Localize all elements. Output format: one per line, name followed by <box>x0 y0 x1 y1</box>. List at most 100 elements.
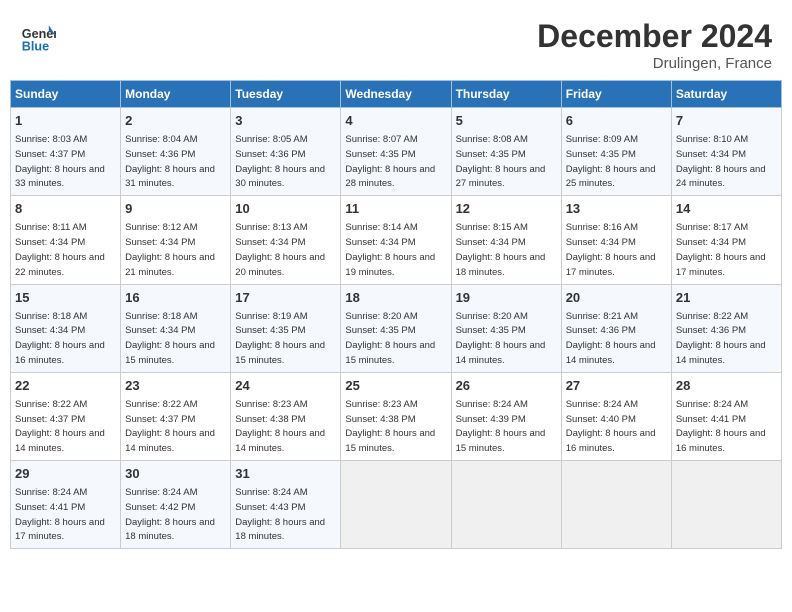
calendar-day-cell: 12 Sunrise: 8:15 AMSunset: 4:34 PMDayligh… <box>451 196 561 284</box>
day-number: 20 <box>566 289 667 307</box>
day-info: Sunrise: 8:12 AMSunset: 4:34 PMDaylight:… <box>125 222 215 277</box>
day-number: 10 <box>235 200 336 218</box>
day-info: Sunrise: 8:24 AMSunset: 4:42 PMDaylight:… <box>125 487 215 542</box>
day-info: Sunrise: 8:22 AMSunset: 4:37 PMDaylight:… <box>125 399 215 454</box>
day-number: 13 <box>566 200 667 218</box>
day-info: Sunrise: 8:16 AMSunset: 4:34 PMDaylight:… <box>566 222 656 277</box>
calendar-day-cell: 18 Sunrise: 8:20 AMSunset: 4:35 PMDayligh… <box>341 284 451 372</box>
day-info: Sunrise: 8:03 AMSunset: 4:37 PMDaylight:… <box>15 134 105 189</box>
calendar-day-cell: 31 Sunrise: 8:24 AMSunset: 4:43 PMDayligh… <box>231 461 341 549</box>
day-info: Sunrise: 8:24 AMSunset: 4:41 PMDaylight:… <box>676 399 766 454</box>
calendar-day-cell: 9 Sunrise: 8:12 AMSunset: 4:34 PMDaylight… <box>121 196 231 284</box>
calendar-day-cell <box>671 461 781 549</box>
day-info: Sunrise: 8:24 AMSunset: 4:43 PMDaylight:… <box>235 487 325 542</box>
day-info: Sunrise: 8:11 AMSunset: 4:34 PMDaylight:… <box>15 222 105 277</box>
weekday-header-cell: Saturday <box>671 81 781 108</box>
day-info: Sunrise: 8:24 AMSunset: 4:40 PMDaylight:… <box>566 399 656 454</box>
day-number: 15 <box>15 289 116 307</box>
calendar-body: 1 Sunrise: 8:03 AMSunset: 4:37 PMDaylight… <box>11 108 782 549</box>
weekday-header-cell: Wednesday <box>341 81 451 108</box>
calendar-week-row: 15 Sunrise: 8:18 AMSunset: 4:34 PMDayligh… <box>11 284 782 372</box>
calendar-day-cell <box>451 461 561 549</box>
day-number: 16 <box>125 289 226 307</box>
day-number: 5 <box>456 112 557 130</box>
calendar-week-row: 22 Sunrise: 8:22 AMSunset: 4:37 PMDayligh… <box>11 372 782 460</box>
location-title: Drulingen, France <box>537 55 772 72</box>
weekday-header-cell: Thursday <box>451 81 561 108</box>
svg-text:Blue: Blue <box>22 39 49 53</box>
title-area: December 2024 Drulingen, France <box>537 18 772 72</box>
calendar-day-cell: 15 Sunrise: 8:18 AMSunset: 4:34 PMDayligh… <box>11 284 121 372</box>
weekday-header: SundayMondayTuesdayWednesdayThursdayFrid… <box>11 81 782 108</box>
day-number: 31 <box>235 465 336 483</box>
day-info: Sunrise: 8:23 AMSunset: 4:38 PMDaylight:… <box>345 399 435 454</box>
day-info: Sunrise: 8:04 AMSunset: 4:36 PMDaylight:… <box>125 134 215 189</box>
day-info: Sunrise: 8:20 AMSunset: 4:35 PMDaylight:… <box>345 311 435 366</box>
calendar-day-cell: 21 Sunrise: 8:22 AMSunset: 4:36 PMDayligh… <box>671 284 781 372</box>
day-info: Sunrise: 8:24 AMSunset: 4:41 PMDaylight:… <box>15 487 105 542</box>
day-info: Sunrise: 8:13 AMSunset: 4:34 PMDaylight:… <box>235 222 325 277</box>
calendar-day-cell: 17Sunrise: 8:19 AMSunset: 4:35 PMDayligh… <box>231 284 341 372</box>
day-info: Sunrise: 8:22 AMSunset: 4:36 PMDaylight:… <box>676 311 766 366</box>
day-number: 9 <box>125 200 226 218</box>
day-number: 6 <box>566 112 667 130</box>
day-info: Sunrise: 8:14 AMSunset: 4:34 PMDaylight:… <box>345 222 435 277</box>
calendar-day-cell: 23Sunrise: 8:22 AMSunset: 4:37 PMDayligh… <box>121 372 231 460</box>
calendar-day-cell: 5 Sunrise: 8:08 AMSunset: 4:35 PMDaylight… <box>451 108 561 196</box>
calendar-day-cell: 22Sunrise: 8:22 AMSunset: 4:37 PMDayligh… <box>11 372 121 460</box>
calendar-week-row: 8 Sunrise: 8:11 AMSunset: 4:34 PMDaylight… <box>11 196 782 284</box>
header: General Blue December 2024 Drulingen, Fr… <box>10 10 782 76</box>
day-info: Sunrise: 8:18 AMSunset: 4:34 PMDaylight:… <box>125 311 215 366</box>
calendar-day-cell <box>561 461 671 549</box>
calendar-week-row: 1 Sunrise: 8:03 AMSunset: 4:37 PMDaylight… <box>11 108 782 196</box>
day-info: Sunrise: 8:21 AMSunset: 4:36 PMDaylight:… <box>566 311 656 366</box>
day-number: 8 <box>15 200 116 218</box>
day-number: 25 <box>345 377 446 395</box>
day-number: 18 <box>345 289 446 307</box>
day-info: Sunrise: 8:08 AMSunset: 4:35 PMDaylight:… <box>456 134 546 189</box>
day-number: 27 <box>566 377 667 395</box>
calendar-day-cell: 30Sunrise: 8:24 AMSunset: 4:42 PMDayligh… <box>121 461 231 549</box>
calendar-day-cell: 2Sunrise: 8:04 AMSunset: 4:36 PMDaylight… <box>121 108 231 196</box>
calendar-day-cell: 16 Sunrise: 8:18 AMSunset: 4:34 PMDayligh… <box>121 284 231 372</box>
calendar-day-cell: 19Sunrise: 8:20 AMSunset: 4:35 PMDayligh… <box>451 284 561 372</box>
day-number: 28 <box>676 377 777 395</box>
calendar-day-cell: 4Sunrise: 8:07 AMSunset: 4:35 PMDaylight… <box>341 108 451 196</box>
calendar-day-cell: 8 Sunrise: 8:11 AMSunset: 4:34 PMDaylight… <box>11 196 121 284</box>
day-info: Sunrise: 8:23 AMSunset: 4:38 PMDaylight:… <box>235 399 325 454</box>
day-info: Sunrise: 8:24 AMSunset: 4:39 PMDaylight:… <box>456 399 546 454</box>
calendar-day-cell: 14Sunrise: 8:17 AMSunset: 4:34 PMDayligh… <box>671 196 781 284</box>
day-number: 29 <box>15 465 116 483</box>
logo: General Blue <box>20 18 56 54</box>
day-number: 11 <box>345 200 446 218</box>
day-info: Sunrise: 8:05 AMSunset: 4:36 PMDaylight:… <box>235 134 325 189</box>
day-info: Sunrise: 8:09 AMSunset: 4:35 PMDaylight:… <box>566 134 656 189</box>
calendar-day-cell: 20 Sunrise: 8:21 AMSunset: 4:36 PMDayligh… <box>561 284 671 372</box>
calendar-day-cell: 11 Sunrise: 8:14 AMSunset: 4:34 PMDayligh… <box>341 196 451 284</box>
day-number: 26 <box>456 377 557 395</box>
day-number: 1 <box>15 112 116 130</box>
day-info: Sunrise: 8:18 AMSunset: 4:34 PMDaylight:… <box>15 311 105 366</box>
day-number: 19 <box>456 289 557 307</box>
weekday-header-cell: Monday <box>121 81 231 108</box>
day-number: 7 <box>676 112 777 130</box>
day-info: Sunrise: 8:10 AMSunset: 4:34 PMDaylight:… <box>676 134 766 189</box>
logo-icon: General Blue <box>20 18 56 54</box>
calendar-day-cell: 25 Sunrise: 8:23 AMSunset: 4:38 PMDayligh… <box>341 372 451 460</box>
month-title: December 2024 <box>537 18 772 55</box>
calendar-day-cell: 28 Sunrise: 8:24 AMSunset: 4:41 PMDayligh… <box>671 372 781 460</box>
day-info: Sunrise: 8:15 AMSunset: 4:34 PMDaylight:… <box>456 222 546 277</box>
day-info: Sunrise: 8:19 AMSunset: 4:35 PMDaylight:… <box>235 311 325 366</box>
day-number: 21 <box>676 289 777 307</box>
day-number: 4 <box>345 112 446 130</box>
calendar-day-cell: 29 Sunrise: 8:24 AMSunset: 4:41 PMDayligh… <box>11 461 121 549</box>
day-number: 14 <box>676 200 777 218</box>
weekday-header-cell: Friday <box>561 81 671 108</box>
day-number: 3 <box>235 112 336 130</box>
day-number: 22 <box>15 377 116 395</box>
calendar-day-cell: 26 Sunrise: 8:24 AMSunset: 4:39 PMDayligh… <box>451 372 561 460</box>
day-number: 12 <box>456 200 557 218</box>
weekday-header-cell: Tuesday <box>231 81 341 108</box>
calendar-day-cell: 6 Sunrise: 8:09 AMSunset: 4:35 PMDaylight… <box>561 108 671 196</box>
calendar-day-cell: 3 Sunrise: 8:05 AMSunset: 4:36 PMDaylight… <box>231 108 341 196</box>
